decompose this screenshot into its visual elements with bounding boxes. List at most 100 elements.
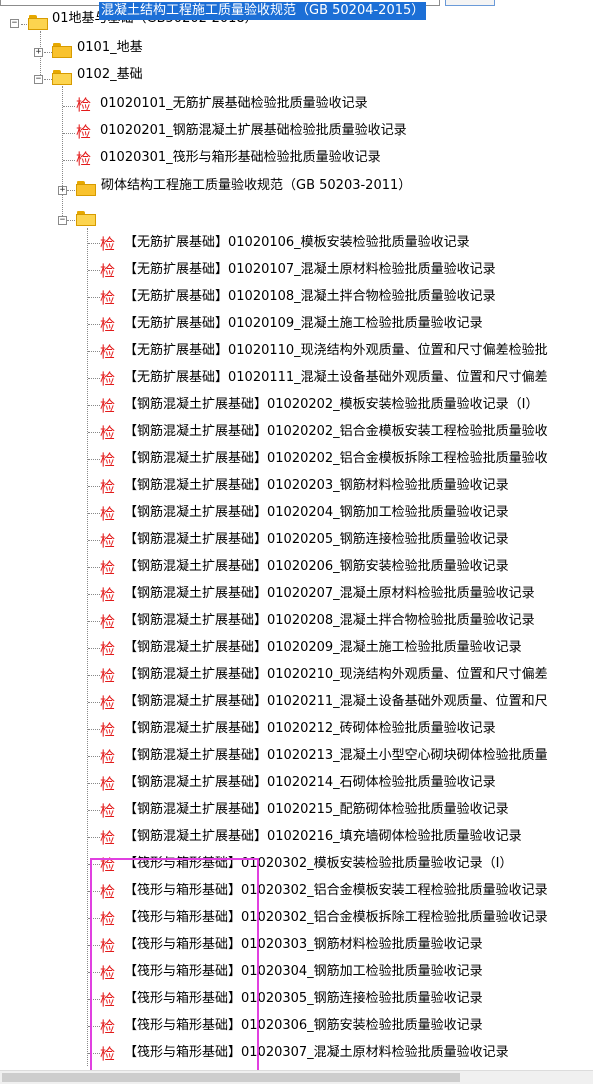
tree-item[interactable]: 【无筋扩展基础】01020110_现浇结构外观质量、位置和尺寸偏差检验批 [124,340,548,362]
check-icon: 检 [100,505,116,523]
tree-guide [88,486,100,487]
check-icon: 检 [100,802,116,820]
tree-guide [88,297,100,298]
tree-item[interactable]: 【钢筋混凝土扩展基础】01020205_钢筋连接检验批质量验收记录 [124,529,509,551]
tree-guide [63,133,75,134]
check-icon: 检 [100,640,116,658]
tree-guide [87,228,88,1066]
tree-item[interactable]: 【筏形与箱形基础】01020306_钢筋安装检验批质量验收记录 [124,1015,483,1037]
collapse-icon[interactable]: − [34,75,43,84]
tree-guide [88,756,100,757]
tree-item[interactable]: 【钢筋混凝土扩展基础】01020211_混凝土设备基础外观质量、位置和尺 [124,691,548,713]
check-icon: 检 [100,532,116,550]
tree-guide [88,783,100,784]
tree-item[interactable]: 【钢筋混凝土扩展基础】01020208_混凝土拌合物检验批质量验收记录 [124,610,535,632]
expand-icon[interactable]: + [58,186,67,195]
check-icon: 检 [100,316,116,334]
tree-item[interactable]: 【钢筋混凝土扩展基础】01020210_现浇结构外观质量、位置和尺寸偏差 [124,664,548,686]
tree-item[interactable]: 【钢筋混凝土扩展基础】01020202_铝合金模板拆除工程检验批质量验收 [124,448,548,470]
check-icon: 检 [100,478,116,496]
tree-guide [88,243,100,244]
tree-guide [88,945,100,946]
tree-item[interactable]: 【无筋扩展基础】01020109_混凝土施工检验批质量验收记录 [124,313,483,335]
tree-node-concrete[interactable]: 混凝土结构工程施工质量验收规范（GB 50204-2015） [99,2,427,20]
tree-item[interactable]: 【钢筋混凝土扩展基础】01020202_模板安装检验批质量验收记录（Ⅰ） [124,394,539,416]
tree-item[interactable]: 【钢筋混凝土扩展基础】01020202_铝合金模板安装工程检验批质量验收 [124,421,548,443]
tree-item[interactable]: 01020201_钢筋混凝土扩展基础检验批质量验收记录 [100,120,407,142]
tree-item[interactable]: 【钢筋混凝土扩展基础】01020216_填充墙砌体检验批质量验收记录 [124,826,522,848]
check-icon: 检 [100,667,116,685]
tree-item[interactable]: 【无筋扩展基础】01020108_混凝土拌合物检验批质量验收记录 [124,286,496,308]
tree-item[interactable]: 【钢筋混凝土扩展基础】01020204_钢筋加工检验批质量验收记录 [124,502,509,524]
tree-item[interactable]: 【钢筋混凝土扩展基础】01020212_砖砌体检验批质量验收记录 [124,718,496,740]
tree-guide [88,432,100,433]
check-icon: 检 [100,397,116,415]
check-icon: 检 [100,235,116,253]
tree-guide [88,270,100,271]
tree-item[interactable]: 【钢筋混凝土扩展基础】01020209_混凝土施工检验批质量验收记录 [124,637,522,659]
tree-guide [88,972,100,973]
collapse-icon[interactable]: − [58,216,67,225]
tree-item[interactable]: 【筏形与箱形基础】01020302_铝合金模板安装工程检验批质量验收记录 [124,880,548,902]
tree-guide [88,702,100,703]
tree-guide [67,220,75,221]
collapse-icon[interactable]: − [10,19,19,28]
check-icon: 检 [100,748,116,766]
check-icon: 检 [100,829,116,847]
tree-node-masonry[interactable]: 砌体结构工程施工质量验收规范（GB 50203-2011） [101,175,411,197]
check-icon: 检 [100,370,116,388]
tree-item[interactable]: 【无筋扩展基础】01020106_模板安装检验批质量验收记录 [124,232,470,254]
tree-item[interactable]: 【筏形与箱形基础】01020305_钢筋连接检验批质量验收记录 [124,988,483,1010]
check-icon: 检 [100,721,116,739]
tree-guide [88,594,100,595]
check-icon: 检 [100,937,116,955]
tree-guide [88,675,100,676]
tree-item[interactable]: 【钢筋混凝土扩展基础】01020203_钢筋材料检验批质量验收记录 [124,475,509,497]
tree-guide [88,837,100,838]
check-icon: 检 [100,424,116,442]
folder-open-icon [28,14,50,30]
check-icon: 检 [100,1045,116,1063]
folder-open-icon [52,69,74,85]
tree-guide [88,810,100,811]
tree-guide [88,378,100,379]
check-icon: 检 [100,991,116,1009]
tree-guide [88,540,100,541]
tree-item[interactable]: 【钢筋混凝土扩展基础】01020213_混凝土小型空心砌块砌体检验批质量 [124,745,548,767]
tree-item[interactable]: 【钢筋混凝土扩展基础】01020214_石砌体检验批质量验收记录 [124,772,496,794]
tree-item[interactable]: 01020301_筏形与箱形基础检验批质量验收记录 [100,147,381,169]
folder-icon [52,42,74,58]
horizontal-scrollbar[interactable] [0,1070,593,1084]
check-icon: 检 [76,123,92,141]
tree-item[interactable]: 【钢筋混凝土扩展基础】01020207_混凝土原材料检验批质量验收记录 [124,583,535,605]
folder-icon [76,180,98,196]
tree-guide [88,351,100,352]
tree-item[interactable]: 【无筋扩展基础】01020107_混凝土原材料检验批质量验收记录 [124,259,496,281]
tree-guide [88,864,100,865]
check-icon: 检 [100,559,116,577]
scrollbar-thumb[interactable] [2,1073,460,1082]
tree-item[interactable]: 【筏形与箱形基础】01020303_钢筋材料检验批质量验收记录 [124,934,483,956]
tree-item[interactable]: 【筏形与箱形基础】01020302_铝合金模板拆除工程检验批质量验收记录 [124,907,548,929]
tree-guide [88,891,100,892]
tree-item[interactable]: 【无筋扩展基础】01020111_混凝土设备基础外观质量、位置和尺寸偏差 [124,367,548,389]
tree-guide [88,918,100,919]
tree-node-0102[interactable]: 0102_基础 [77,64,143,86]
check-icon: 检 [100,262,116,280]
check-icon: 检 [100,289,116,307]
expand-icon[interactable]: + [34,48,43,57]
check-icon: 检 [100,856,116,874]
tree-item[interactable]: 【筏形与箱形基础】01020304_钢筋加工检验批质量验收记录 [124,961,483,983]
tree-guide [88,324,100,325]
check-icon: 检 [100,964,116,982]
tree-item[interactable]: 01020101_无筋扩展基础检验批质量验收记录 [100,93,368,115]
tree-item[interactable]: 【筏形与箱形基础】01020307_混凝土原材料检验批质量验收记录 [124,1042,509,1064]
tree-guide [63,106,75,107]
tree-item[interactable]: 【筏形与箱形基础】01020302_模板安装检验批质量验收记录（Ⅰ） [124,853,513,875]
check-icon: 检 [100,775,116,793]
tree-item[interactable]: 【钢筋混凝土扩展基础】01020206_钢筋安装检验批质量验收记录 [124,556,509,578]
tree-guide [88,1053,100,1054]
check-icon: 检 [100,451,116,469]
tree-item[interactable]: 【钢筋混凝土扩展基础】01020215_配筋砌体检验批质量验收记录 [124,799,509,821]
tree-node-0101[interactable]: 0101_地基 [77,37,143,59]
